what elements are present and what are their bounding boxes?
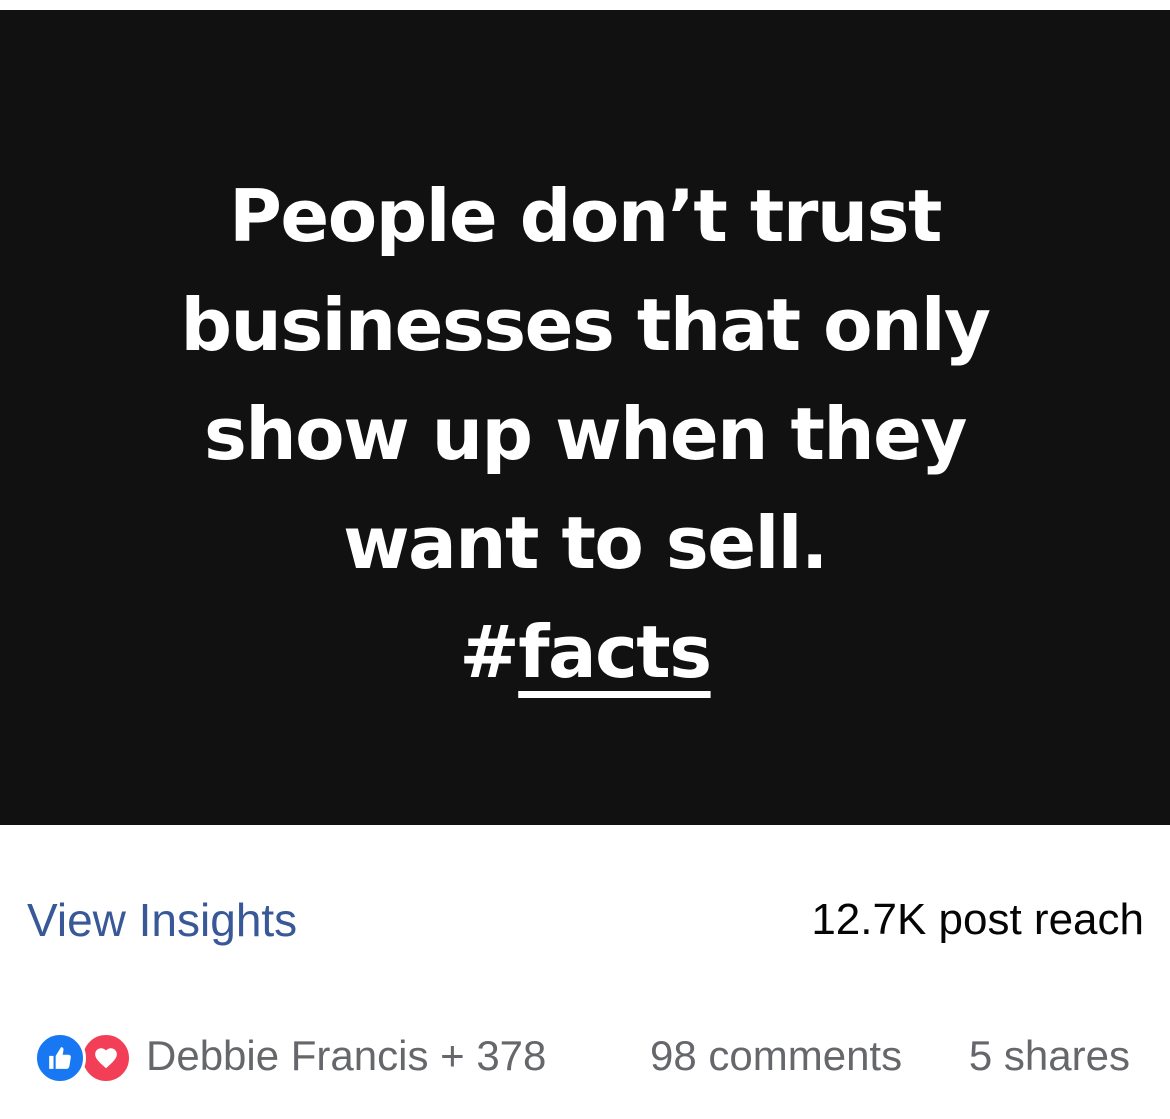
reaction-icons[interactable] [34,1032,134,1084]
quote-line: want to sell. [343,501,828,585]
hashtag-symbol: # [459,610,519,694]
shares-count[interactable]: 5 shares [969,1028,1130,1084]
reactors-summary[interactable]: Debbie Francis + 378 [146,1028,546,1084]
quote-line: People don’t trust [229,174,942,258]
comments-count[interactable]: 98 comments [650,1028,902,1084]
post-image[interactable]: People don’t trust businesses that only … [0,10,1170,825]
post-reach-count: 12.7K post reach [811,895,1144,944]
quote-line: show up when they [204,392,967,476]
hashtag-link[interactable]: facts [518,610,712,694]
heart-icon [80,1032,132,1084]
quote-line: businesses that only [180,283,991,367]
reactions-row: Debbie Francis + 378 98 comments 5 share… [0,1020,1170,1090]
like-icon [34,1032,86,1084]
view-insights-link[interactable]: View Insights [27,890,297,950]
hashtag: #facts [459,598,712,707]
insights-row: View Insights 12.7K post reach [0,880,1170,960]
